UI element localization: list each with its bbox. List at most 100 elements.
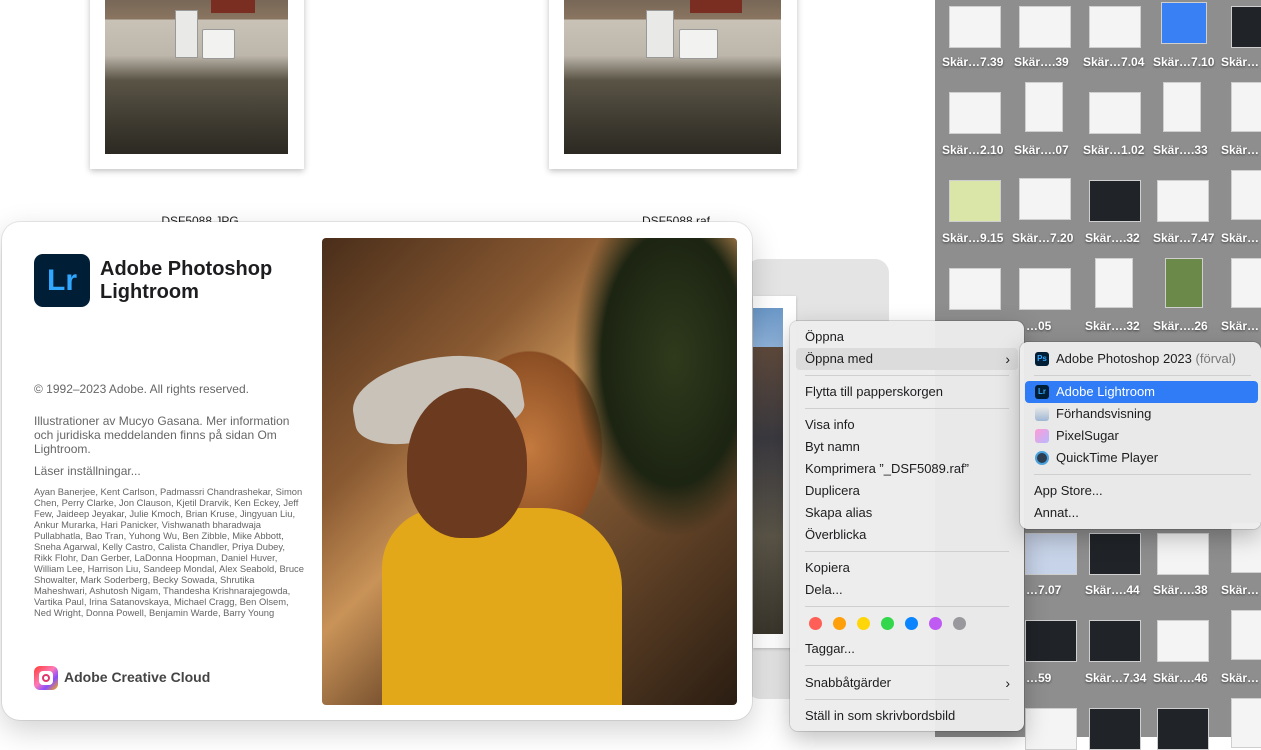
screenshot-file-icon[interactable] (1161, 2, 1207, 44)
menu-item-rename[interactable]: Byt namn (796, 436, 1018, 458)
file-label[interactable]: Skär….38 (1153, 583, 1208, 597)
submenu-item-other[interactable]: Annat... (1025, 502, 1258, 524)
screenshot-file-icon[interactable] (949, 92, 1001, 134)
tag-color-blue[interactable] (905, 617, 918, 630)
app-name: Adobe Photoshop Lightroom (100, 258, 273, 303)
menu-item-tags[interactable]: Taggar... (796, 638, 1018, 660)
screenshot-file-icon[interactable] (1157, 180, 1209, 222)
submenu-item-pixelsugar[interactable]: PixelSugar (1025, 425, 1258, 447)
screenshot-file-icon[interactable] (1025, 533, 1077, 575)
screenshot-file-icon[interactable] (1231, 82, 1261, 132)
menu-item-open[interactable]: Öppna (796, 326, 1018, 348)
screenshot-file-icon[interactable] (1019, 6, 1071, 48)
screenshot-file-icon[interactable] (1157, 533, 1209, 575)
screenshot-file-icon[interactable] (1231, 6, 1261, 48)
file-label[interactable]: Skär….07 (1014, 143, 1069, 157)
submenu-item-photoshop[interactable]: Ps Adobe Photoshop 2023 (förval) (1025, 348, 1258, 370)
tag-color-gray[interactable] (953, 617, 966, 630)
screenshot-file-icon[interactable] (1025, 620, 1077, 662)
file-thumbnail-jpg[interactable] (90, 0, 304, 169)
screenshot-file-icon[interactable] (1231, 523, 1261, 573)
file-label[interactable]: Skär…1.02 (1083, 143, 1144, 157)
submenu-item-preview[interactable]: Förhandsvisning (1025, 403, 1258, 425)
screenshot-file-icon[interactable] (1163, 82, 1201, 132)
menu-item-quick-actions[interactable]: Snabbåtgärder › (796, 672, 1018, 694)
file-label[interactable]: Skär…2.10 (942, 143, 1003, 157)
screenshot-file-icon[interactable] (949, 268, 1001, 310)
file-label[interactable]: Skär….44 (1085, 583, 1140, 597)
file-label[interactable]: Skär….32 (1085, 231, 1140, 245)
thumbnail-image (105, 0, 288, 154)
app-label: Adobe Lightroom (1056, 384, 1156, 399)
file-label[interactable]: Skär….46 (1153, 671, 1208, 685)
menu-item-set-desktop-picture[interactable]: Ställ in som skrivbordsbild (796, 705, 1018, 727)
file-label[interactable]: Skär….39 (1014, 55, 1069, 69)
menu-separator (805, 408, 1009, 409)
menu-item-move-to-trash[interactable]: Flytta till papperskorgen (796, 381, 1018, 403)
menu-item-copy[interactable]: Kopiera (796, 557, 1018, 579)
screenshot-file-icon[interactable] (1025, 708, 1077, 750)
tag-color-green[interactable] (881, 617, 894, 630)
file-label[interactable]: Skär…7.20 (1012, 231, 1073, 245)
file-label[interactable]: Skär…7.39 (942, 55, 1003, 69)
file-label[interactable]: Skär… (1221, 55, 1259, 69)
tag-color-red[interactable] (809, 617, 822, 630)
submenu-item-app-store[interactable]: App Store... (1025, 480, 1258, 502)
menu-item-compress[interactable]: Komprimera ”_DSF5089.raf” (796, 458, 1018, 480)
menu-item-share[interactable]: Dela... (796, 579, 1018, 601)
tag-color-purple[interactable] (929, 617, 942, 630)
creative-cloud-icon (34, 666, 58, 690)
tag-color-orange[interactable] (833, 617, 846, 630)
screenshot-file-icon[interactable] (1089, 92, 1141, 134)
open-with-submenu: Ps Adobe Photoshop 2023 (förval) Lr Adob… (1020, 342, 1261, 529)
screenshot-file-icon[interactable] (1165, 258, 1203, 308)
file-label[interactable]: …59 (1026, 671, 1051, 685)
screenshot-file-icon[interactable] (1019, 268, 1071, 310)
chevron-right-icon: › (1005, 351, 1010, 367)
file-label[interactable]: Skär….32 (1085, 319, 1140, 333)
screenshot-file-icon[interactable] (1025, 82, 1063, 132)
screenshot-file-icon[interactable] (1231, 610, 1261, 660)
screenshot-file-icon[interactable] (1157, 708, 1209, 750)
screenshot-file-icon[interactable] (1089, 6, 1141, 48)
screenshot-file-icon[interactable] (1089, 620, 1141, 662)
file-label[interactable]: Skär…7.10 (1153, 55, 1214, 69)
copyright-text: © 1992–2023 Adobe. All rights reserved. (34, 382, 249, 396)
menu-item-make-alias[interactable]: Skapa alias (796, 502, 1018, 524)
menu-item-get-info[interactable]: Visa info (796, 414, 1018, 436)
file-label[interactable]: …05 (1026, 319, 1051, 333)
screenshot-file-icon[interactable] (1231, 170, 1261, 220)
file-label[interactable]: Skär…7.34 (1085, 671, 1146, 685)
file-label[interactable]: Skär… (1221, 583, 1259, 597)
submenu-item-quicktime[interactable]: QuickTime Player (1025, 447, 1258, 469)
screenshot-file-icon[interactable] (1019, 178, 1071, 220)
tag-color-yellow[interactable] (857, 617, 870, 630)
file-label[interactable]: Skär…9.15 (942, 231, 1003, 245)
file-label[interactable]: Skär… (1221, 671, 1259, 685)
file-label[interactable]: Skär…7.47 (1153, 231, 1214, 245)
menu-item-quick-look[interactable]: Överblicka (796, 524, 1018, 546)
screenshot-file-icon[interactable] (1089, 533, 1141, 575)
file-label[interactable]: Skär… (1221, 143, 1259, 157)
file-label[interactable]: Skär….33 (1153, 143, 1208, 157)
file-label[interactable]: Skär…7.04 (1083, 55, 1144, 69)
submenu-item-lightroom[interactable]: Lr Adobe Lightroom (1025, 381, 1258, 403)
menu-item-label: Öppna med (805, 351, 873, 366)
menu-item-open-with[interactable]: Öppna med › (796, 348, 1018, 370)
file-label[interactable]: Skär… (1221, 319, 1259, 333)
screenshot-file-icon[interactable] (1157, 620, 1209, 662)
menu-item-duplicate[interactable]: Duplicera (796, 480, 1018, 502)
screenshot-file-icon[interactable] (1095, 258, 1133, 308)
screenshot-file-icon[interactable] (949, 180, 1001, 222)
screenshot-file-icon[interactable] (1089, 708, 1141, 750)
app-label: QuickTime Player (1056, 450, 1159, 465)
menu-separator (805, 665, 1009, 666)
screenshot-file-icon[interactable] (1231, 258, 1261, 308)
file-label[interactable]: Skär….26 (1153, 319, 1208, 333)
file-label[interactable]: Skär… (1221, 231, 1259, 245)
screenshot-file-icon[interactable] (949, 6, 1001, 48)
screenshot-file-icon[interactable] (1089, 180, 1141, 222)
file-thumbnail-raf[interactable] (549, 0, 797, 169)
screenshot-file-icon[interactable] (1231, 698, 1261, 748)
file-label[interactable]: …7.07 (1026, 583, 1061, 597)
